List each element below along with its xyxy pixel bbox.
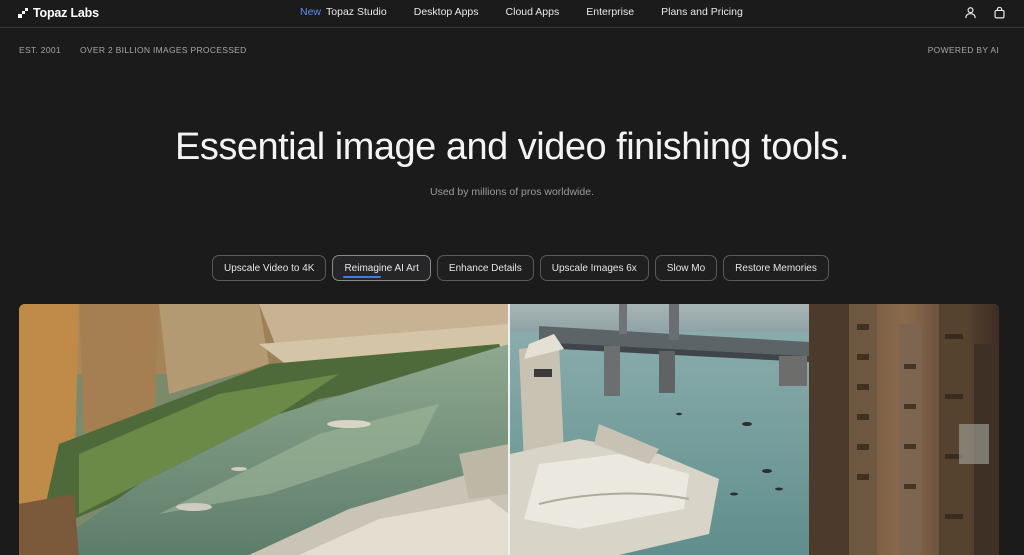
user-icon[interactable] <box>964 6 977 19</box>
tab-enhance-details[interactable]: Enhance Details <box>436 255 534 281</box>
est-label: EST. 2001 <box>19 45 61 55</box>
new-badge: New <box>300 6 322 18</box>
tab-label: Enhance Details <box>448 262 522 274</box>
nav-link-desktop-apps[interactable]: Desktop Apps <box>414 6 479 18</box>
top-nav: Topaz Labs New Topaz Studio Desktop Apps … <box>0 0 1024 28</box>
nav-link-topaz-studio[interactable]: New Topaz Studio <box>300 6 387 18</box>
tab-restore-memories[interactable]: Restore Memories <box>723 255 829 281</box>
nav-links: New Topaz Studio Desktop Apps Cloud Apps … <box>300 6 770 18</box>
tab-label: Slow Mo <box>666 262 706 274</box>
hero-subtitle: Used by millions of pros worldwide. <box>430 186 594 198</box>
tab-reimagine-ai-art[interactable]: Reimagine AI Art <box>332 255 431 281</box>
comparison-artwork <box>19 304 999 555</box>
compare-divider-handle[interactable] <box>508 304 510 555</box>
logo-mark-icon <box>18 8 28 18</box>
bag-icon[interactable] <box>993 6 1006 19</box>
nav-icons <box>964 6 1006 19</box>
tab-slow-mo[interactable]: Slow Mo <box>654 255 718 281</box>
feature-tabs: Upscale Video to 4K Reimagine AI Art Enh… <box>212 255 829 281</box>
nav-link-enterprise[interactable]: Enterprise <box>586 6 634 18</box>
hero-title: Essential image and video finishing tool… <box>175 126 849 168</box>
tab-label: Upscale Video to 4K <box>224 262 315 274</box>
logo[interactable]: Topaz Labs <box>18 6 99 20</box>
tab-label: Reimagine AI Art <box>344 262 419 274</box>
nav-link-label: Topaz Studio <box>326 6 387 18</box>
before-image <box>19 304 509 555</box>
images-processed-label: OVER 2 BILLION IMAGES PROCESSED <box>80 45 247 55</box>
tab-upscale-images-6x[interactable]: Upscale Images 6x <box>539 255 649 281</box>
tab-upscale-video-4k[interactable]: Upscale Video to 4K <box>212 255 327 281</box>
tab-label: Upscale Images 6x <box>551 262 637 274</box>
tab-label: Restore Memories <box>735 262 817 274</box>
after-image <box>510 304 999 555</box>
active-tab-indicator <box>343 276 382 278</box>
powered-by-ai-label: POWERED BY AI <box>927 45 999 55</box>
nav-link-cloud-apps[interactable]: Cloud Apps <box>506 6 560 18</box>
before-after-comparison[interactable] <box>19 304 999 555</box>
logo-text: Topaz Labs <box>33 6 99 20</box>
nav-link-plans-pricing[interactable]: Plans and Pricing <box>661 6 743 18</box>
